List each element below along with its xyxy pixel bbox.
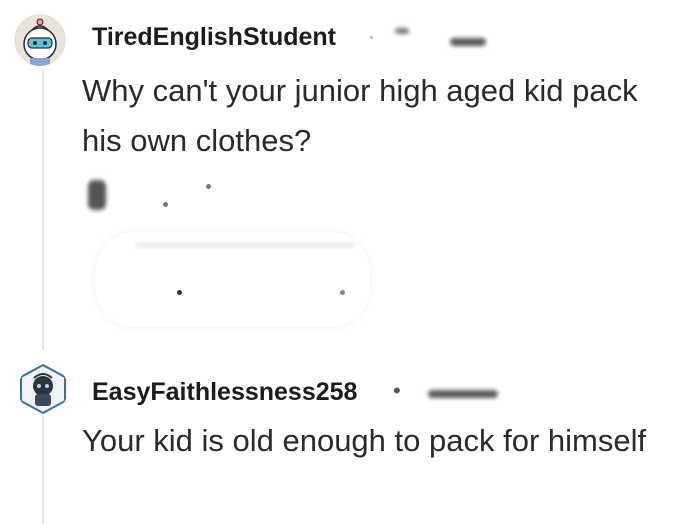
- redacted-content: [177, 290, 182, 295]
- comment-body: Your kid is old enough to pack for himse…: [82, 423, 647, 458]
- redacted-preview-card: [95, 232, 370, 327]
- redacted-content: [206, 184, 211, 189]
- separator-dot: •: [393, 378, 401, 403]
- snoo-avatar-dark-icon[interactable]: [18, 364, 68, 414]
- username[interactable]: TiredEnglishStudent: [92, 23, 336, 52]
- redacted-line: [135, 242, 355, 248]
- redacted-content: [88, 180, 106, 210]
- comment: TiredEnglishStudent Why can't your junio…: [0, 0, 700, 340]
- redacted-timestamp: [450, 38, 486, 46]
- comment-body: Why can't your junior high aged kid pack…: [82, 73, 638, 158]
- separator-dot: [370, 36, 373, 39]
- username[interactable]: EasyFaithlessness258: [92, 378, 357, 407]
- redacted-timestamp: [428, 390, 498, 398]
- comment: EasyFaithlessness258 • Your kid is old e…: [0, 350, 700, 524]
- redacted-content: [163, 202, 168, 207]
- snoo-avatar-icon[interactable]: [14, 14, 66, 66]
- redacted-timestamp: [395, 28, 409, 34]
- redacted-content: [340, 290, 345, 295]
